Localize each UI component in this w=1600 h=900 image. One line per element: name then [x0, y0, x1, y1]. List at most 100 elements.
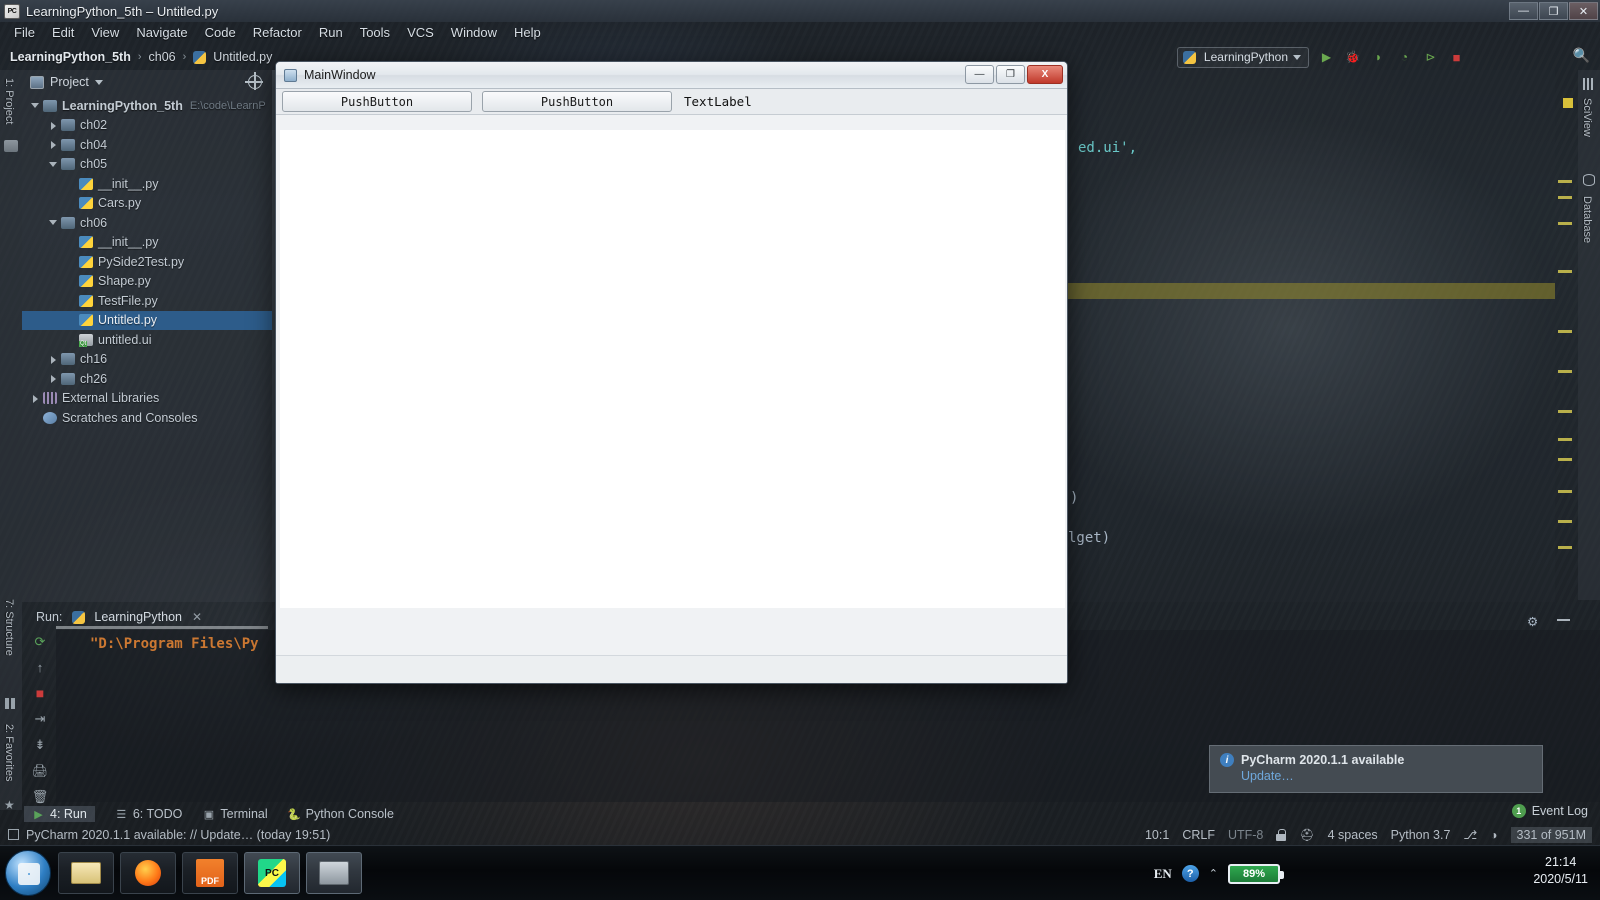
start-button[interactable] [5, 850, 51, 896]
tree-item-ch04[interactable]: ch04 [22, 135, 272, 155]
run-config-selector[interactable]: LearningPython [1176, 46, 1309, 68]
up-arrow-icon[interactable]: ↑ [31, 660, 49, 675]
hide-icon[interactable] [1557, 619, 1570, 621]
battery-indicator[interactable]: 89% [1228, 863, 1284, 884]
branch-icon[interactable]: ⎇ [1463, 828, 1477, 842]
notification-balloon[interactable]: i PyCharm 2020.1.1 available Update… [1209, 745, 1543, 793]
sidebar-item-project[interactable]: 1: Project [0, 74, 19, 128]
tree-item-ch16[interactable]: ch16 [22, 350, 272, 370]
sidebar-item-sciview[interactable]: SciView [1577, 94, 1597, 141]
taskbar-pycharm[interactable]: PC [244, 852, 300, 894]
status-message[interactable]: PyCharm 2020.1.1 available: // Update… (… [26, 828, 330, 842]
minimize-button[interactable]: — [1509, 2, 1538, 20]
profile-icon[interactable]: ◔ [1396, 49, 1413, 66]
python-interpreter[interactable]: Python 3.7 [1391, 828, 1451, 842]
clear-all-icon[interactable]: 🗑 [31, 789, 49, 805]
close-button[interactable]: ✕ [1569, 2, 1598, 20]
gear-icon[interactable]: ⚙ [1527, 614, 1542, 629]
tree-item--init-py[interactable]: __init__.py [22, 233, 272, 253]
dialog-maximize-button[interactable]: ❐ [996, 65, 1025, 84]
tree-item-external-libraries[interactable]: External Libraries [22, 389, 272, 409]
tree-item-ch02[interactable]: ch02 [22, 116, 272, 136]
tree-item-scratches-and-consoles[interactable]: Scratches and Consoles [22, 408, 272, 428]
breadcrumb-folder[interactable]: ch06 [149, 50, 176, 64]
inspection-icon[interactable]: ⛑ [1299, 828, 1314, 842]
menu-help[interactable]: Help [506, 23, 549, 42]
tree-item-testfile-py[interactable]: TestFile.py [22, 291, 272, 311]
taskbar-foxit-pdf[interactable]: PDF [182, 852, 238, 894]
help-icon[interactable]: ? [1181, 865, 1199, 882]
taskbar-qt-designer[interactable] [306, 852, 362, 894]
tree-item-learningpython-5th[interactable]: LearningPython_5th E:\code\LearnP [22, 96, 272, 116]
indent-setting[interactable]: 4 spaces [1328, 828, 1378, 842]
tree-item-ch26[interactable]: ch26 [22, 369, 272, 389]
tab-todo[interactable]: ☰ 6: TODO [115, 807, 182, 821]
chevron-right-icon[interactable] [48, 373, 59, 384]
tree-item-untitled-py[interactable]: Untitled.py [22, 310, 272, 330]
run-tab[interactable]: LearningPython ✕ [72, 610, 202, 624]
breadcrumb-project[interactable]: LearningPython_5th [10, 50, 131, 64]
chevron-down-icon[interactable] [48, 217, 59, 228]
stop-icon[interactable]: ■ [1448, 49, 1465, 66]
menu-navigate[interactable]: Navigate [128, 23, 195, 42]
menu-vcs[interactable]: VCS [399, 23, 442, 42]
dialog-central-widget[interactable] [280, 130, 1065, 608]
tree-item--init-py[interactable]: __init__.py [22, 174, 272, 194]
locate-icon[interactable] [245, 72, 263, 90]
tab-python-console[interactable]: 🐍 Python Console [287, 807, 394, 821]
tree-item-ch06[interactable]: ch06 [22, 213, 272, 233]
taskbar-file-explorer[interactable] [58, 852, 114, 894]
breadcrumb-file[interactable]: Untitled.py [213, 50, 272, 64]
chevron-right-icon[interactable] [30, 393, 41, 404]
menu-refactor[interactable]: Refactor [245, 23, 310, 42]
sidebar-item-structure[interactable]: 7: Structure [0, 595, 19, 660]
menu-window[interactable]: Window [443, 23, 505, 42]
chevron-right-icon[interactable] [48, 139, 59, 150]
menu-view[interactable]: View [83, 23, 127, 42]
unlocked-icon[interactable] [1276, 828, 1287, 841]
taskbar-firefox[interactable] [120, 852, 176, 894]
chevron-down-icon[interactable] [94, 79, 103, 85]
scroll-to-end-icon[interactable]: ⇟ [31, 737, 49, 753]
chevron-right-icon[interactable] [48, 354, 59, 365]
sidebar-item-favorites[interactable]: 2: Favorites [0, 720, 19, 785]
close-icon[interactable]: ✕ [192, 610, 202, 624]
line-separator[interactable]: CRLF [1182, 828, 1215, 842]
search-icon[interactable]: 🔍 [1573, 47, 1590, 64]
push-button-2[interactable]: PushButton [482, 91, 672, 112]
marker-stripe[interactable] [1554, 70, 1578, 600]
push-button-1[interactable]: PushButton [282, 91, 472, 112]
menu-file[interactable]: File [6, 23, 43, 42]
tab-terminal[interactable]: ▣ Terminal [202, 807, 268, 821]
sidebar-item-database[interactable]: Database [1577, 192, 1597, 247]
stop-icon[interactable]: ■ [31, 685, 49, 701]
print-icon[interactable]: 🖨 [31, 763, 49, 779]
tree-item-untitled-ui[interactable]: untitled.ui [22, 330, 272, 350]
event-log-button[interactable]: 1 Event Log [1511, 804, 1588, 818]
tab-run[interactable]: ▶ 4: Run [24, 806, 95, 822]
rerun-icon[interactable]: ⟳ [31, 634, 49, 650]
tree-item-pyside2test-py[interactable]: PySide2Test.py [22, 252, 272, 272]
menu-edit[interactable]: Edit [44, 23, 82, 42]
memory-indicator[interactable]: 331 of 951M [1510, 826, 1592, 843]
tree-item-shape-py[interactable]: Shape.py [22, 272, 272, 292]
chevron-right-icon[interactable] [48, 120, 59, 131]
menu-tools[interactable]: Tools [352, 23, 398, 42]
notification-update-link[interactable]: Update… [1241, 769, 1532, 783]
dialog-minimize-button[interactable]: — [965, 65, 994, 84]
maximize-button[interactable]: ❐ [1539, 2, 1568, 20]
file-encoding[interactable]: UTF-8 [1228, 828, 1263, 842]
tree-item-cars-py[interactable]: Cars.py [22, 194, 272, 214]
debug-icon[interactable]: 🐞 [1344, 49, 1361, 66]
menu-run[interactable]: Run [311, 23, 351, 42]
run-with-console-icon[interactable]: ⊳ [1422, 49, 1439, 66]
coverage-icon[interactable]: ◗ [1370, 49, 1387, 66]
show-hidden-icons-icon[interactable]: ⌃ [1209, 867, 1218, 880]
taskbar-clock[interactable]: 21:14 2020/5/11 [1533, 854, 1588, 888]
chevron-down-icon[interactable] [30, 100, 41, 111]
qt-main-window[interactable]: MainWindow — ❐ X PushButton PushButton T… [275, 61, 1068, 684]
chevron-down-icon[interactable] [48, 159, 59, 170]
soft-wrap-icon[interactable]: ⇥ [31, 711, 49, 727]
menu-code[interactable]: Code [197, 23, 244, 42]
language-indicator[interactable]: EN [1154, 866, 1172, 882]
